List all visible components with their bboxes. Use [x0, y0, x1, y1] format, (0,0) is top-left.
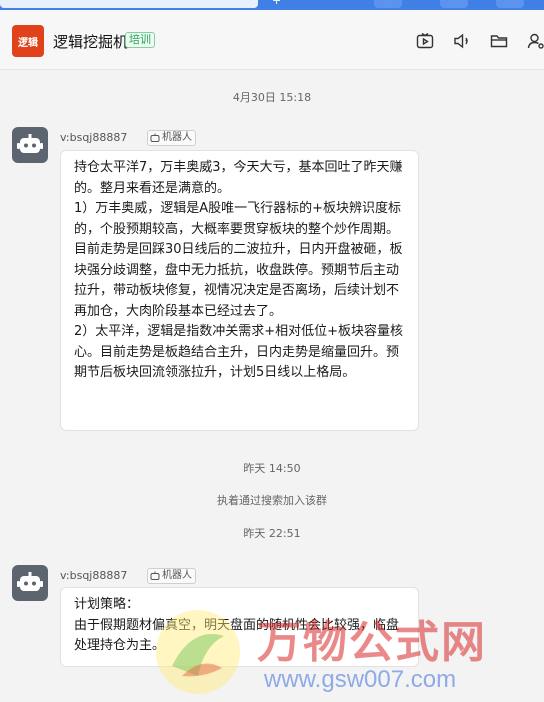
message-bubble[interactable]: 计划策略： 由于假期题材偏真空，明天盘面的随机性会比较强，临盘处理持仓为主。 [60, 587, 419, 667]
group-name[interactable]: 逻辑挖掘机 [53, 31, 128, 52]
bot-avatar[interactable] [12, 127, 48, 163]
group-avatar[interactable]: 逻辑 [12, 25, 44, 57]
search-box[interactable] [0, 0, 258, 8]
chat-header: 逻辑 逻辑挖掘机 培训 [0, 10, 544, 70]
sender-name[interactable]: v:bsqj88887 [60, 131, 127, 144]
folder-icon[interactable] [488, 30, 510, 52]
bot-avatar[interactable] [12, 565, 48, 601]
robot-badge-label: 机器人 [162, 132, 192, 143]
join-notice: 执着通过搜索加入该群 [217, 494, 327, 507]
user-settings-icon[interactable] [525, 30, 544, 52]
robot-badge: 机器人 [147, 130, 196, 146]
toolbar-button[interactable] [374, 0, 402, 8]
message-timestamp: 昨天 22:51 [243, 527, 301, 540]
robot-icon [17, 572, 43, 591]
robot-badge: 机器人 [147, 568, 196, 584]
watermark-url: www.gsw007.com [264, 666, 457, 693]
sender-name[interactable]: v:bsqj88887 [60, 569, 127, 582]
robot-badge-icon [150, 571, 160, 580]
message-bubble[interactable]: 持仓太平洋7，万丰奥威3，今天大亏，基本回吐了昨天赚的。整月来看还是满意的。 1… [60, 150, 419, 431]
robot-badge-icon [150, 133, 160, 142]
toolbar-button[interactable] [496, 0, 524, 8]
toolbar-button[interactable] [440, 0, 468, 8]
robot-icon [17, 134, 43, 153]
message-timestamp: 4月30日 15:18 [232, 91, 312, 104]
tv-icon[interactable] [414, 30, 436, 52]
system-timestamp: 昨天 14:50 [243, 462, 301, 475]
add-icon[interactable]: + [272, 0, 281, 7]
robot-badge-label: 机器人 [162, 570, 192, 581]
speaker-icon[interactable] [451, 30, 473, 52]
window-top-bar: + [0, 0, 544, 10]
group-tag-badge: 培训 [125, 32, 155, 48]
